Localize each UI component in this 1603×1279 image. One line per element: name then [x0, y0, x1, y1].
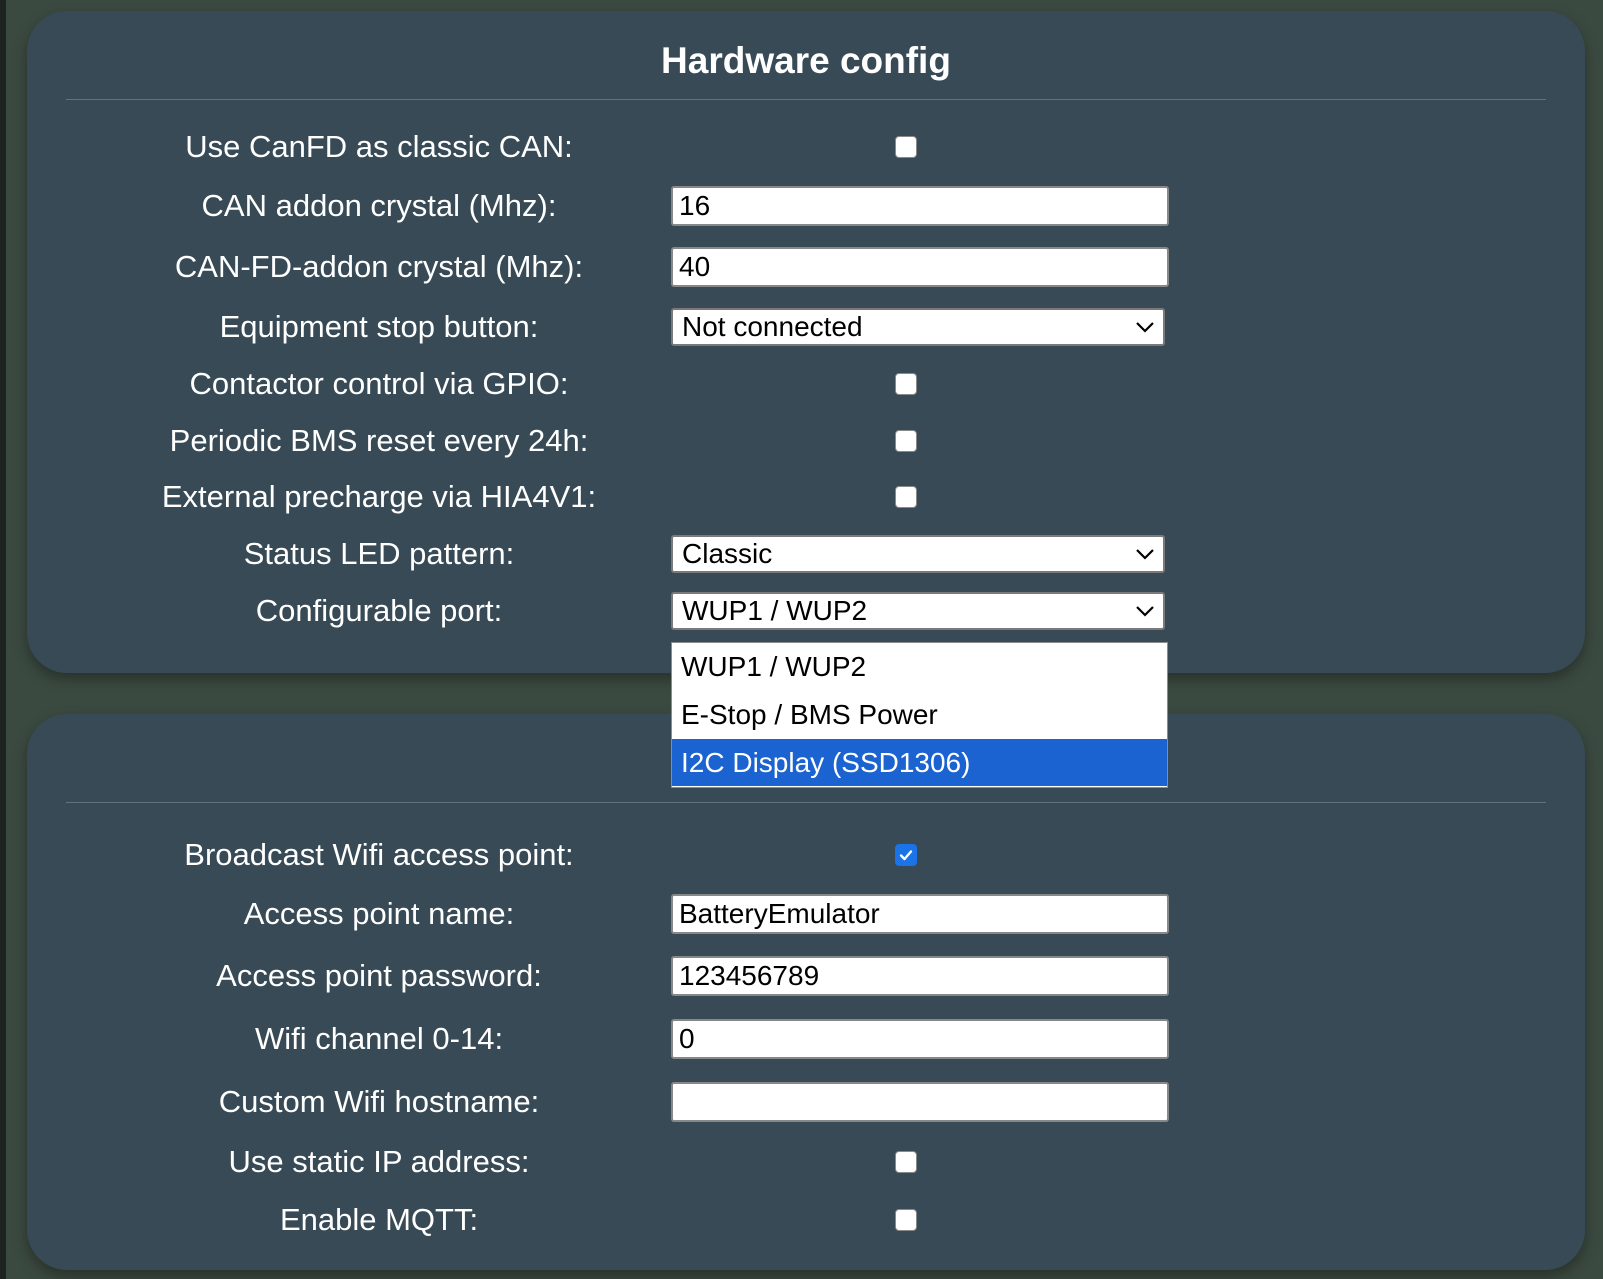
- broadcast-wifi-ap-checkbox[interactable]: [895, 844, 917, 866]
- window-edge: [0, 0, 6, 1279]
- static-ip-checkbox[interactable]: [895, 1151, 917, 1173]
- chevron-down-icon: [1136, 322, 1154, 333]
- equipment-stop-select[interactable]: Not connected: [671, 308, 1165, 346]
- connectivity-panel: Co Broadcast Wifi access point: Access p…: [27, 714, 1585, 1270]
- ap-name-label: Access point name:: [243, 896, 515, 931]
- external-precharge-checkbox[interactable]: [895, 486, 917, 508]
- use-canfd-classic-checkbox[interactable]: [895, 136, 917, 158]
- broadcast-wifi-ap-label: Broadcast Wifi access point:: [184, 837, 574, 872]
- hardware-config-title: Hardware config: [661, 40, 951, 81]
- static-ip-label: Use static IP address:: [228, 1144, 530, 1179]
- configurable-port-label: Configurable port:: [255, 593, 503, 628]
- checkmark-icon: [899, 850, 913, 861]
- configurable-port-option[interactable]: WUP1 / WUP2: [672, 643, 1167, 690]
- ap-password-input[interactable]: [671, 956, 1169, 996]
- ap-name-input[interactable]: [671, 894, 1169, 934]
- equipment-stop-label: Equipment stop button:: [219, 309, 539, 344]
- enable-mqtt-checkbox[interactable]: [895, 1209, 917, 1231]
- periodic-bms-reset-checkbox[interactable]: [895, 430, 917, 452]
- configurable-port-value: WUP1 / WUP2: [682, 595, 868, 626]
- configurable-port-select[interactable]: WUP1 / WUP2: [671, 592, 1165, 630]
- hardware-config-panel: Hardware config Use CanFD as classic CAN…: [27, 11, 1585, 673]
- can-addon-crystal-label: CAN addon crystal (Mhz):: [201, 188, 557, 223]
- hardware-title-divider: [66, 99, 1546, 100]
- connectivity-title-divider: [66, 802, 1546, 803]
- wifi-channel-label: Wifi channel 0-14:: [254, 1021, 504, 1056]
- external-precharge-label: External precharge via HIA4V1:: [161, 479, 597, 514]
- use-canfd-classic-label: Use CanFD as classic CAN:: [185, 129, 573, 164]
- status-led-label: Status LED pattern:: [243, 536, 515, 571]
- periodic-bms-reset-label: Periodic BMS reset every 24h:: [169, 423, 589, 458]
- canfd-addon-crystal-label: CAN-FD-addon crystal (Mhz):: [174, 249, 584, 284]
- wifi-channel-input[interactable]: [671, 1019, 1169, 1059]
- ap-password-label: Access point password:: [216, 958, 542, 993]
- configurable-port-option-highlighted[interactable]: I2C Display (SSD1306): [672, 739, 1167, 786]
- can-addon-crystal-input[interactable]: [671, 186, 1169, 226]
- contactor-gpio-checkbox[interactable]: [895, 373, 917, 395]
- configurable-port-dropdown: WUP1 / WUP2 E-Stop / BMS Power I2C Displ…: [671, 642, 1168, 788]
- chevron-down-icon: [1136, 606, 1154, 617]
- configurable-port-option[interactable]: E-Stop / BMS Power: [672, 691, 1167, 738]
- custom-hostname-label: Custom Wifi hostname:: [218, 1084, 540, 1119]
- status-led-select[interactable]: Classic: [671, 535, 1165, 573]
- contactor-gpio-label: Contactor control via GPIO:: [189, 366, 569, 401]
- canfd-addon-crystal-input[interactable]: [671, 247, 1169, 287]
- equipment-stop-value: Not connected: [682, 311, 863, 342]
- enable-mqtt-label: Enable MQTT:: [279, 1202, 479, 1237]
- custom-hostname-input[interactable]: [671, 1082, 1169, 1122]
- chevron-down-icon: [1136, 549, 1154, 560]
- status-led-value: Classic: [682, 538, 773, 569]
